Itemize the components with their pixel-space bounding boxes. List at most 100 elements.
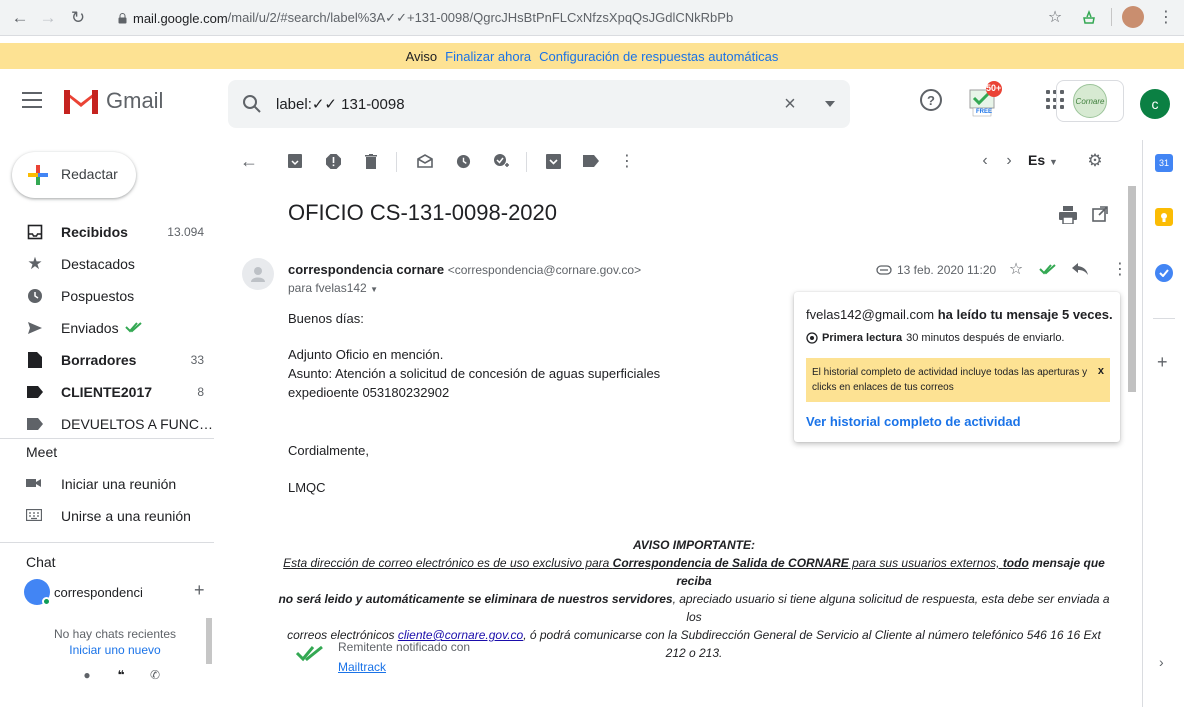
input-language-button[interactable]: Es ▼ [1028,152,1058,168]
email-closing: Cordialmente, [288,443,369,458]
add-ons-plus-icon[interactable]: + [1157,352,1168,373]
sender-info[interactable]: correspondencia cornare <correspondencia… [288,262,641,277]
search-bar[interactable]: × [228,80,850,128]
sidebar-item-sent[interactable]: Enviados [0,312,214,344]
disclaimer-line: Esta dirección de correo electrónico es … [276,554,1112,590]
disclaimer-emphasis: no será leido y automáticamente se elimi… [278,592,673,606]
message-scrollbar[interactable] [1128,186,1136,392]
search-icon[interactable] [242,94,262,114]
sender-email: <correspondencia@cornare.gov.co> [447,263,642,277]
gmail-header: Gmail × ? 50+ FREE Cornare c [0,72,1184,136]
keep-icon[interactable] [1155,208,1173,226]
sidebar-item-starred[interactable]: ★ Destacados [0,248,214,280]
message-more-icon[interactable]: ⋮ [1110,259,1130,279]
report-spam-icon[interactable] [322,150,344,172]
account-avatar[interactable]: c [1140,89,1170,119]
hangouts-icon[interactable]: ❝ [114,668,128,682]
no-chats-message: No hay chats recientes Iniciar uno nuevo [50,626,180,658]
sidebar-item-snoozed[interactable]: Pospuestos [0,280,214,312]
mailtrack-extension-icon[interactable]: 50+ FREE [968,80,1002,118]
start-new-chat-link[interactable]: Iniciar uno nuevo [50,642,180,658]
mailtrack-badge: 50+ [986,83,1002,93]
sidebar-item-drafts[interactable]: Borradores 33 [0,344,214,376]
compose-button[interactable]: Redactar [12,152,136,198]
recipient-info[interactable]: para fvelas142 ▼ [288,281,378,295]
start-meeting-item[interactable]: Iniciar una reunión [26,470,176,498]
finish-now-link[interactable]: Finalizar ahora [445,49,531,64]
clear-search-icon[interactable]: × [776,90,804,118]
profile-avatar[interactable] [1122,6,1144,28]
email-date-text: 13 feb. 2020 11:20 [897,263,997,277]
sender-avatar[interactable] [242,258,274,290]
print-icon[interactable] [1058,206,1078,224]
close-note-icon[interactable]: x [1098,364,1104,379]
cliente2017-count: 8 [197,385,204,399]
expand-panel-chevron-icon[interactable]: › [1159,654,1164,670]
gmail-logo-icon[interactable] [62,86,100,116]
notice-label: Aviso [405,48,438,64]
email-body-line: expedioente 053180232902 [288,385,450,400]
bookmark-star-icon[interactable]: ☆ [1043,5,1067,29]
mailtrack-free-label: FREE [976,109,993,115]
chat-bottom-bar: ● ❝ ✆ [80,668,162,682]
mailtrack-notified-text: Remitente notificado con [338,640,471,654]
open-in-new-window-icon[interactable] [1092,206,1108,222]
forward-icon[interactable]: → [34,4,62,32]
calendar-icon[interactable]: 31 [1155,154,1173,172]
join-meeting-label: Unirse a una reunión [61,508,191,524]
sender-name: correspondencia cornare [288,262,445,277]
attachment-tag-icon [876,265,892,275]
older-message-icon[interactable]: › [998,150,1020,172]
browser-menu-icon[interactable]: ⋮ [1154,5,1178,29]
label-as-icon[interactable] [580,150,602,172]
add-chat-icon[interactable]: + [194,580,205,601]
delete-icon[interactable] [360,150,382,172]
no-chats-text: No hay chats recientes [53,627,177,641]
move-to-icon[interactable] [542,150,564,172]
archive-icon[interactable] [284,150,306,172]
extension-icon[interactable] [1077,5,1101,29]
chat-scrollbar[interactable] [206,618,212,664]
mailtrack-link[interactable]: Mailtrack [338,660,386,674]
popup-address: fvelas142@gmail.com [806,307,935,322]
disclaimer-emphasis: todo [1002,556,1029,570]
mailtrack-read-check-icon[interactable] [1038,259,1058,279]
sidebar-item-inbox[interactable]: Recibidos 13.094 [0,216,214,248]
chat-user-item[interactable]: correspondenci + [24,578,214,606]
first-read-label: Primera lectura [822,332,903,344]
search-input[interactable] [276,92,756,116]
search-options-icon[interactable] [816,90,844,118]
more-options-icon[interactable]: ⋮ [616,150,638,172]
tasks-icon[interactable] [1155,264,1173,282]
help-icon[interactable]: ? [920,89,942,111]
person-icon[interactable]: ● [80,668,94,682]
sidebar-item-cliente2017[interactable]: CLIENTE2017 8 [0,376,214,408]
mark-unread-icon[interactable] [414,150,436,172]
back-icon[interactable]: ← [6,4,34,32]
mailtrack-double-check-icon [296,645,323,662]
email-greeting: Buenos días: [288,311,364,326]
star-icon[interactable]: ☆ [1006,259,1026,279]
organization-logo[interactable]: Cornare [1056,80,1124,122]
view-full-history-link[interactable]: Ver historial completo de actividad [806,414,1021,429]
join-meeting-item[interactable]: Unirse a una reunión [25,502,191,530]
disclaimer-line: no será leido y automáticamente se elimi… [276,590,1112,626]
auto-reply-settings-link[interactable]: Configuración de respuestas automáticas [539,49,778,64]
address-bar[interactable]: mail.google.com/mail/u/2/#search/label%3… [118,7,1038,29]
settings-gear-icon[interactable]: ⚙ [1084,150,1106,172]
reload-icon[interactable]: ↻ [64,4,92,32]
phone-icon[interactable]: ✆ [148,668,162,682]
add-to-tasks-icon[interactable] [490,150,512,172]
star-icon: ★ [27,254,43,273]
snooze-icon[interactable] [452,150,474,172]
mailtrack-check-icon [124,320,143,336]
newer-message-icon[interactable]: ‹ [974,150,996,172]
popup-read-summary: fvelas142@gmail.com ha leído tu mensaje … [806,307,1113,322]
label-icon [26,415,44,433]
chevron-down-icon: ▼ [370,285,378,294]
sidebar-item-devueltos[interactable]: DEVUELTOS A FUNCION... [0,408,214,440]
main-menu-icon[interactable] [22,92,42,108]
compose-plus-icon [28,165,48,185]
back-to-list-icon[interactable]: ← [238,150,260,172]
reply-icon[interactable] [1070,259,1090,279]
